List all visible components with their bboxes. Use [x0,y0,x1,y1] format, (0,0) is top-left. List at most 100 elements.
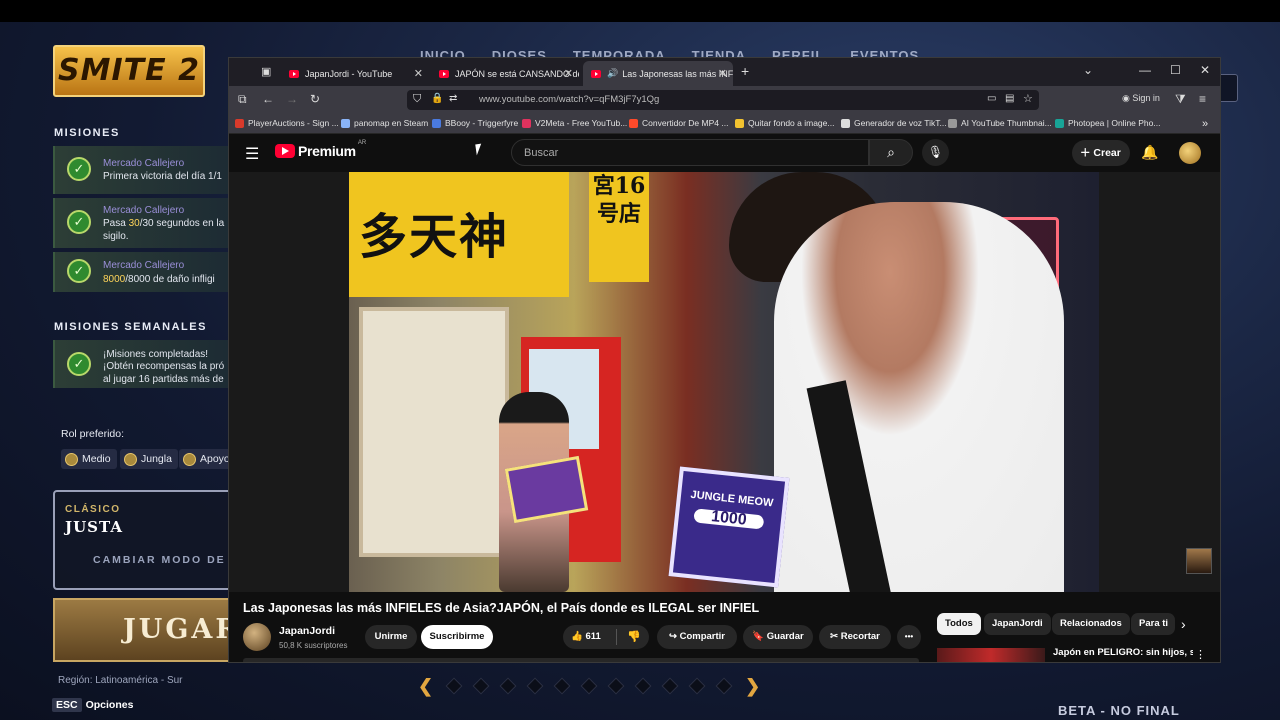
playerauctions-icon [235,118,244,128]
mode-type: CLÁSICO [65,504,121,515]
tab-las-japonesas[interactable]: 🔊 Las Japonesas las más INFII ✕ [583,61,733,86]
pager-dot[interactable] [553,677,571,695]
pager-dot[interactable] [688,677,706,695]
role-jungla-icon [124,452,137,466]
chevron-right-icon[interactable]: › [1181,616,1186,632]
esc-options-hint[interactable]: ESC Opciones [52,698,142,713]
reader-icon[interactable]: ▤ [1005,93,1014,104]
more-actions-icon[interactable]: ••• [897,625,921,649]
recommended-title[interactable]: Japón en PELIGRO: sin hijos, sin matrimo… [1053,647,1193,659]
permissions-icon[interactable]: ⇄ [449,93,457,104]
user-avatar[interactable] [1179,142,1201,164]
maximize-icon[interactable]: ☐ [1170,63,1181,77]
close-window-icon[interactable]: ✕ [1200,63,1210,77]
miniplayer-thumbnail[interactable] [1186,548,1212,574]
youtube-premium-logo[interactable]: Premium AR [275,140,366,159]
mission-item-1[interactable]: ✓ Mercado Callejero Primera victoria del… [53,146,228,194]
pager-dot[interactable] [715,677,733,695]
bookmark-star-icon[interactable]: ☆ [1023,92,1033,105]
tab-japon-cansando[interactable]: JAPÓN se está CANSANDO de ✕ [431,61,579,86]
app-menu-icon[interactable]: ≡ [1199,92,1206,106]
role-chip-jungla[interactable]: Jungla [120,449,178,469]
recommended-more-icon[interactable]: ⋮ [1195,648,1206,661]
video-frame[interactable]: 多天神 宮16号店 ZUL JUNGLE MEOW1000 [349,172,1099,592]
pager-dot[interactable] [634,677,652,695]
tab-close-icon[interactable]: ✕ [564,67,573,80]
carousel-prev-icon[interactable]: ❮ [418,677,433,695]
description-box[interactable] [243,658,919,662]
missions-heading: MISIONES [54,127,120,139]
channel-avatar[interactable] [243,623,271,651]
bookmarks-overflow-icon[interactable]: » [1202,118,1208,130]
bookmark-generador-voz[interactable]: Generador de voz TikT... [841,118,947,128]
video-player[interactable]: 多天神 宮16号店 ZUL JUNGLE MEOW1000 [229,172,1220,592]
bookmark-photopea[interactable]: Photopea | Online Pho... [1055,118,1160,128]
bookmark-v2meta[interactable]: V2Meta - Free YouTub... [522,118,627,128]
minimize-icon[interactable]: — [1139,63,1151,77]
carousel-next-icon[interactable]: ❯ [745,677,760,695]
pager-dot[interactable] [526,677,544,695]
bookmark-bbooy[interactable]: BBooy - Triggerfyre [432,118,518,128]
new-tab-icon[interactable]: + [741,63,749,79]
tab-overview-icon[interactable]: ▣ [261,65,271,78]
mission-item-2[interactable]: ✓ Mercado Callejero Pasa 30/30 segundos … [53,198,228,248]
change-mode-button[interactable]: CAMBIAR MODO DE J [93,554,238,566]
pager-dot[interactable] [607,677,625,695]
youtube-header: ☰ Premium AR Buscar ⌕ 🎙 ＋ Crear 🔔 [229,134,1220,172]
pager-dot[interactable] [472,677,490,695]
search-button[interactable]: ⌕ [869,139,913,166]
clip-button[interactable]: ✂ Recortar [819,625,891,649]
sign-in-button[interactable]: ◉ Sign in [1122,93,1160,104]
address-bar[interactable]: ⛉ 🔒 ⇄ www.youtube.com/watch?v=qFM3jF7y1Q… [407,90,1039,110]
bookmark-convertidor[interactable]: Convertidor De MP4 ... [629,118,728,128]
search-input[interactable]: Buscar [511,139,869,166]
play-button[interactable]: JUGAR [53,598,233,662]
tab-close-icon[interactable]: ✕ [718,67,727,80]
filter-chip-todos[interactable]: Todos [937,613,981,635]
dislike-button[interactable]: 👎 [619,625,649,649]
audio-playing-icon[interactable]: 🔊 [607,68,618,79]
game-mode-panel[interactable]: CLÁSICO JUSTA CAMBIAR MODO DE J [53,490,236,590]
bookmark-playerauctions[interactable]: PlayerAuctions - Sign ... [235,118,339,128]
weekly-mission-item[interactable]: ✓ ¡Misiones completadas! ¡Obtén recompen… [53,340,228,388]
bookmark-quitar-fondo[interactable]: Quitar fondo a image... [735,118,834,128]
notifications-bell-icon[interactable]: 🔔 [1141,144,1158,161]
mission-title: Mercado Callejero [103,205,185,216]
pager-dot[interactable] [661,677,679,695]
filter-chip-para-ti[interactable]: Para ti [1131,613,1175,635]
subscribe-button[interactable]: Suscribirme [421,625,493,649]
pager-dot[interactable] [445,677,463,695]
pager-dot[interactable] [580,677,598,695]
tab-japanjordi-channel[interactable]: JapanJordi - YouTube ✕ [281,61,429,86]
extensions-icon[interactable]: ⧩ [1175,92,1186,107]
tab-close-icon[interactable]: ✕ [414,67,423,80]
lock-icon[interactable]: 🔒 [431,93,443,104]
share-button[interactable]: ↪ Compartir [657,625,737,649]
channel-name[interactable]: JapanJordi [279,625,335,637]
tab-list-chevron-icon[interactable]: ⌄ [1083,63,1093,77]
filter-chip-japanjordi[interactable]: JapanJordi [984,613,1051,635]
shield-icon[interactable]: ⛉ [413,93,421,106]
create-button[interactable]: ＋ Crear [1072,140,1130,166]
join-button[interactable]: Unirme [365,625,417,649]
voice-search-button[interactable]: 🎙 [922,139,949,166]
bookmark-ai-thumbnail[interactable]: AI YouTube Thumbnai... [948,118,1052,128]
forward-icon[interactable]: → [286,92,298,106]
pager-dot[interactable] [499,677,517,695]
role-chip-medio[interactable]: Medio [61,449,117,469]
reload-icon[interactable]: ↻ [310,92,320,106]
bookmark-panomap[interactable]: panomap en Steam [341,118,428,128]
video-shop-sign: 多天神 [349,172,569,297]
filter-chip-relacionados[interactable]: Relacionados [1052,613,1130,635]
like-button[interactable]: 👍 611 [563,625,615,649]
mission-desc: Primera victoria del día 1/1 [103,171,222,182]
pip-icon[interactable]: ▭ [987,93,996,104]
back-icon[interactable]: ← [262,92,274,106]
url-text[interactable]: www.youtube.com/watch?v=qFM3jF7y1Qg [479,94,659,105]
hamburger-menu-icon[interactable]: ☰ [245,144,259,164]
youtube-play-icon [275,144,295,158]
recommended-thumbnail[interactable] [937,648,1045,662]
save-button[interactable]: 🔖 Guardar [743,625,813,649]
mission-item-3[interactable]: ✓ Mercado Callejero 8000/8000 de daño in… [53,252,228,292]
sidebar-toggle-icon[interactable]: ⧉ [238,92,247,107]
